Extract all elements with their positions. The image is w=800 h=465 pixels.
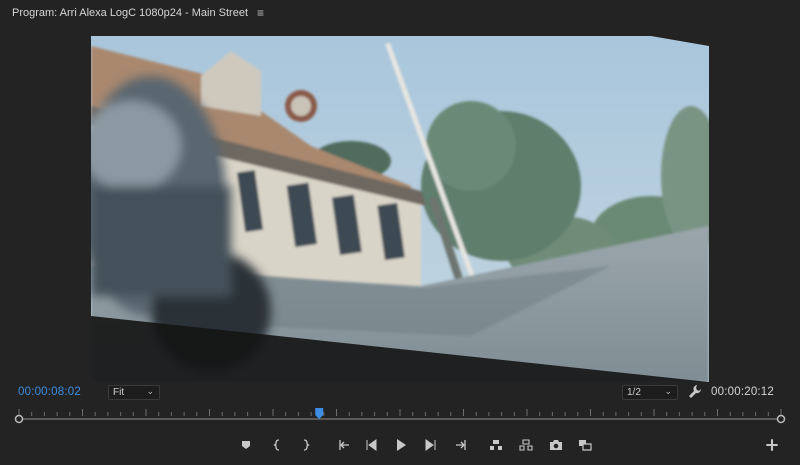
comparison-view-icon bbox=[579, 440, 592, 451]
step-back-button[interactable] bbox=[362, 434, 384, 456]
video-frame bbox=[91, 36, 709, 382]
step-back-icon bbox=[366, 439, 377, 451]
extract-icon bbox=[519, 439, 533, 451]
play-icon bbox=[397, 439, 406, 451]
marker-icon bbox=[242, 441, 250, 449]
lift-button[interactable] bbox=[485, 434, 507, 456]
mark-out-button[interactable] bbox=[295, 434, 317, 456]
hamburger-menu-icon[interactable]: ≡ bbox=[257, 6, 264, 20]
playhead[interactable] bbox=[315, 408, 324, 419]
add-marker-button[interactable] bbox=[236, 434, 258, 456]
chevron-down-icon: ⌄ bbox=[664, 386, 672, 396]
step-forward-icon bbox=[425, 439, 436, 451]
go-to-out-button[interactable] bbox=[450, 434, 472, 456]
mark-in-icon bbox=[273, 439, 280, 451]
mark-in-button[interactable] bbox=[268, 434, 290, 456]
extract-button[interactable] bbox=[515, 434, 537, 456]
playback-resolution-value: 1/2 bbox=[627, 387, 641, 398]
chevron-down-icon: ⌄ bbox=[146, 386, 154, 396]
duration-timecode: 00:00:20:12 bbox=[711, 386, 774, 398]
current-timecode[interactable]: 00:00:08:02 bbox=[18, 386, 81, 398]
lift-icon bbox=[490, 440, 502, 450]
mark-out-icon bbox=[303, 439, 310, 451]
go-to-out-icon bbox=[456, 440, 466, 450]
go-to-in-icon bbox=[339, 440, 349, 450]
zoom-level-value: Fit bbox=[113, 387, 125, 398]
go-to-in-button[interactable] bbox=[333, 434, 355, 456]
play-button[interactable] bbox=[390, 434, 412, 456]
plus-icon bbox=[766, 439, 778, 451]
zoom-level-select[interactable]: Fit ⌄ bbox=[108, 385, 160, 400]
program-monitor bbox=[0, 24, 800, 382]
comparison-view-button[interactable] bbox=[574, 434, 596, 456]
playback-resolution-select[interactable]: 1/2 ⌄ bbox=[622, 385, 678, 400]
camera-icon bbox=[550, 440, 562, 450]
zoom-end-handle[interactable] bbox=[776, 414, 786, 424]
export-frame-button[interactable] bbox=[545, 434, 567, 456]
wrench-icon[interactable] bbox=[688, 384, 702, 400]
zoom-start-handle[interactable] bbox=[14, 414, 24, 424]
panel-header: Program: Arri Alexa LogC 1080p24 - Main … bbox=[12, 5, 264, 21]
step-forward-button[interactable] bbox=[420, 434, 442, 456]
button-editor-button[interactable] bbox=[764, 437, 780, 453]
time-ruler[interactable] bbox=[13, 406, 787, 424]
panel-title: Program: Arri Alexa LogC 1080p24 - Main … bbox=[12, 7, 249, 19]
